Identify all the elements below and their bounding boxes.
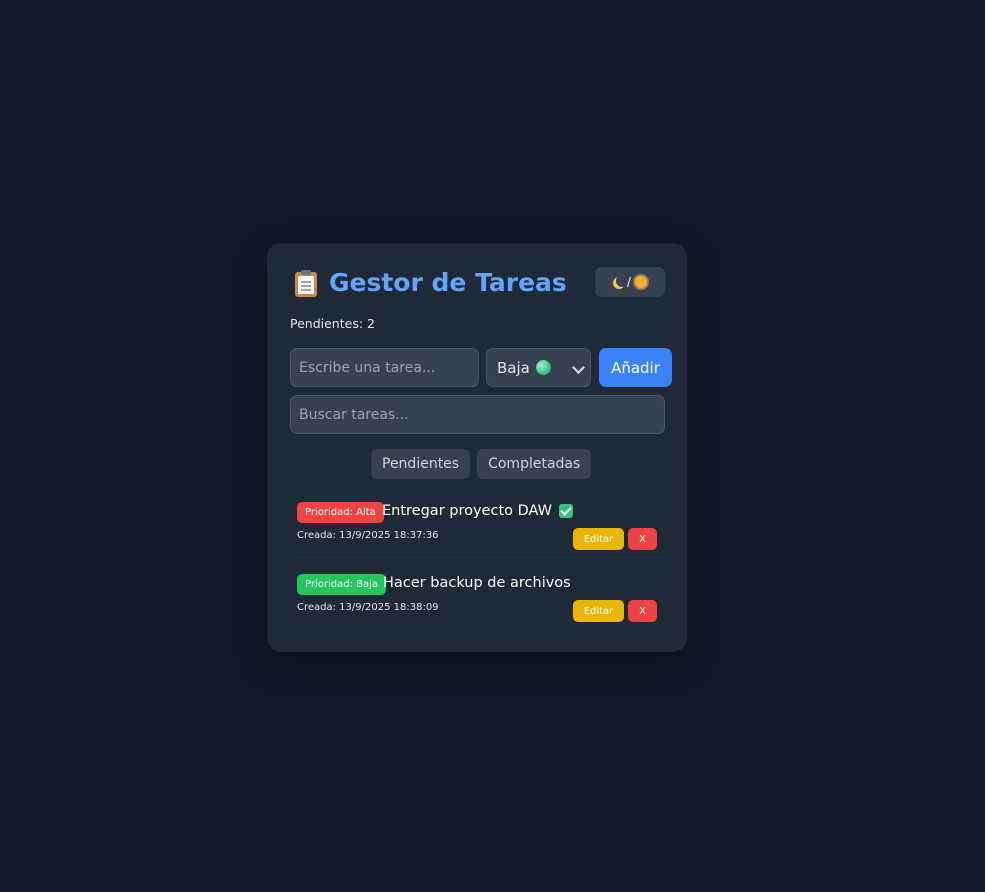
header: Gestor de Tareas / xyxy=(293,267,665,299)
new-task-row: Baja Añadir xyxy=(290,348,672,387)
theme-toggle-button[interactable]: / xyxy=(595,267,665,297)
chevron-down-icon xyxy=(572,361,585,374)
delete-task-button[interactable]: X xyxy=(628,528,657,550)
filter-pending-button[interactable]: Pendientes xyxy=(371,449,471,479)
sun-icon xyxy=(634,276,647,288)
priority-badge: Prioridad: Baja xyxy=(297,574,387,595)
priority-select[interactable]: Baja xyxy=(486,348,591,387)
task-text-wrap: Hacer backup de archivos xyxy=(383,575,571,591)
task-list: Prioridad: Alta Entregar proyecto DAW Cr… xyxy=(290,495,665,638)
priority-select-value: Baja xyxy=(497,358,530,377)
task-item: Prioridad: Alta Entregar proyecto DAW Cr… xyxy=(290,495,665,558)
page-title: Gestor de Tareas xyxy=(293,267,567,299)
green-circle-icon xyxy=(535,360,551,375)
page-title-text: Gestor de Tareas xyxy=(329,268,567,297)
delete-task-button[interactable]: X xyxy=(628,600,657,622)
filter-bar: Pendientes Completadas xyxy=(371,449,592,479)
clipboard-icon xyxy=(293,269,319,297)
pending-counter: Pendientes: 2 xyxy=(290,316,375,331)
edit-task-button[interactable]: Editar xyxy=(573,528,624,550)
task-text: Entregar proyecto DAW xyxy=(382,503,552,519)
search-input[interactable] xyxy=(290,395,665,434)
moon-icon xyxy=(616,275,628,287)
task-text-wrap: Entregar proyecto DAW xyxy=(382,503,573,519)
task-text: Hacer backup de archivos xyxy=(383,575,571,591)
task-item: Prioridad: Baja Hacer backup de archivos… xyxy=(290,567,665,629)
task-created-date: Creada: 13/9/2025 18:37:36 xyxy=(297,530,439,541)
task-created-date: Creada: 13/9/2025 18:38:09 xyxy=(297,602,439,613)
new-task-input[interactable] xyxy=(290,348,479,387)
edit-task-button[interactable]: Editar xyxy=(573,600,624,622)
check-mark-icon xyxy=(559,504,573,518)
task-manager-card: Gestor de Tareas / Pendientes: 2 Baja Añ… xyxy=(267,243,687,652)
filter-completed-button[interactable]: Completadas xyxy=(477,449,592,479)
priority-badge: Prioridad: Alta xyxy=(297,502,384,523)
add-task-button[interactable]: Añadir xyxy=(599,348,672,387)
